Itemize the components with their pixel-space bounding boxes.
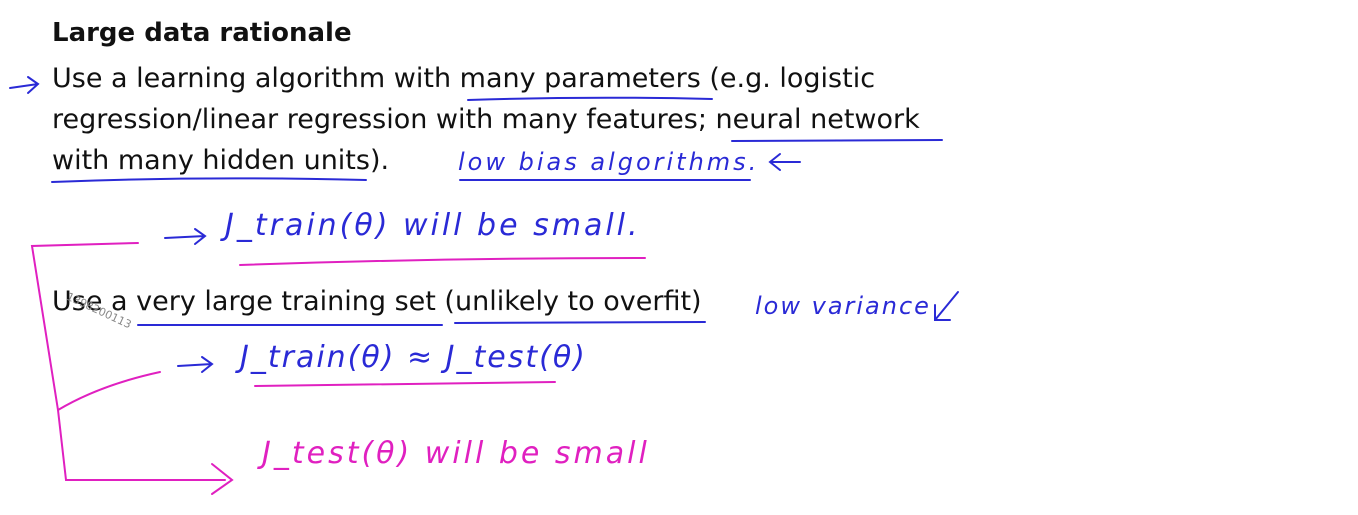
underline-neural-network xyxy=(731,139,943,142)
bracket-branch xyxy=(57,371,161,411)
arrow-bullet1-icon xyxy=(9,76,40,94)
underline-jtrain-approx xyxy=(254,381,556,387)
underline-jtrain-small xyxy=(239,257,646,266)
arrow-low-variance-icon xyxy=(934,291,959,321)
arrow-low-bias-icon xyxy=(768,153,801,171)
underline-unlikely-overfit xyxy=(454,321,706,324)
bracket-line xyxy=(30,242,226,481)
underline-many-parameters xyxy=(467,96,713,101)
underline-hidden-units xyxy=(51,177,367,183)
arrow-jtrain-icon xyxy=(164,228,207,245)
arrow-jtrain-approx-icon xyxy=(177,356,214,373)
ink-strokes xyxy=(9,76,959,495)
slide: Large data rationale Use a learning algo… xyxy=(0,0,1358,515)
